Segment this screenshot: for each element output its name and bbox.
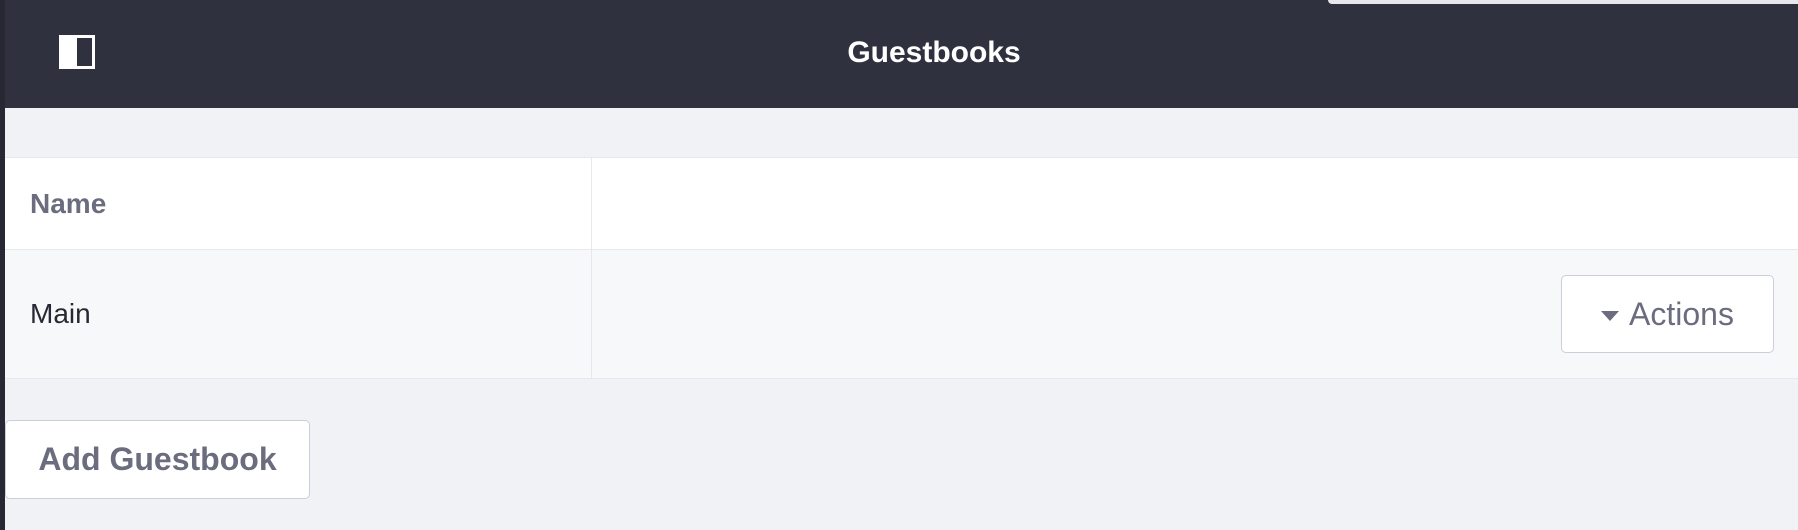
table-row: Main Actions: [5, 250, 1798, 379]
row-actions-cell: Actions: [592, 250, 1798, 378]
column-header-name: Name: [5, 158, 592, 249]
column-header-empty: [592, 158, 1798, 249]
table-header-row: Name: [5, 158, 1798, 250]
actions-button[interactable]: Actions: [1561, 275, 1774, 353]
row-name-cell: Main: [5, 250, 592, 378]
column-header-label: Name: [30, 187, 107, 219]
add-guestbook-button[interactable]: Add Guestbook: [5, 420, 310, 499]
page-title: Guestbooks: [847, 36, 1021, 69]
guestbooks-table: Name Main Actions: [5, 157, 1798, 379]
caret-down-icon: [1601, 310, 1620, 321]
row-name-label: Main: [30, 298, 91, 329]
actions-label: Actions: [1629, 295, 1734, 332]
top-bar: Guestbooks: [0, 0, 1798, 108]
